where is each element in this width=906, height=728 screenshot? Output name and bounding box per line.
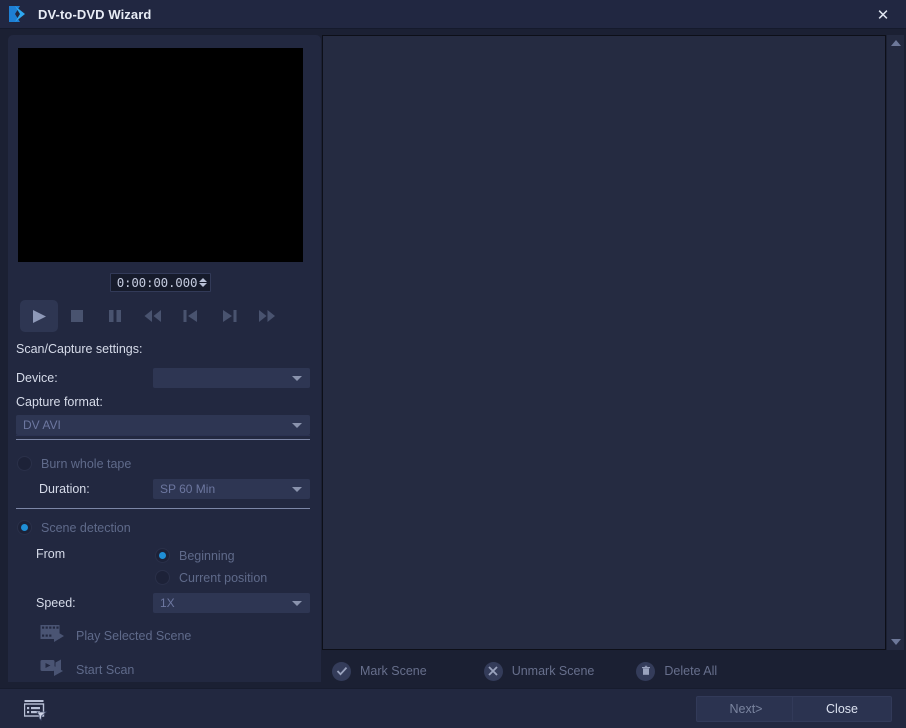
x-circle-icon — [483, 661, 503, 681]
scene-toolbar: Mark Scene Unmark Scene Delete All — [322, 655, 906, 687]
titlebar: DV-to-DVD Wizard ✕ — [0, 0, 906, 29]
from-label: From — [36, 547, 66, 561]
fast-forward-button[interactable] — [248, 300, 286, 332]
scene-detection-radio[interactable]: Scene detection — [17, 520, 131, 535]
divider-accent — [16, 439, 310, 440]
radio-indicator-selected — [17, 520, 32, 535]
scroll-down-arrow-icon[interactable] — [890, 639, 901, 645]
duration-value: SP 60 Min — [160, 482, 216, 496]
divider-mid — [16, 508, 310, 509]
mark-scene-label: Mark Scene — [360, 664, 427, 678]
duration-dropdown[interactable]: SP 60 Min — [153, 479, 310, 499]
dv-to-dvd-wizard-window: DV-to-DVD Wizard ✕ 0:00:00.000 Scan/Capt… — [0, 0, 906, 728]
start-scan-button[interactable]: Start Scan — [40, 657, 134, 682]
next-button[interactable]: Next> — [696, 696, 796, 722]
from-current-position-label: Current position — [179, 570, 268, 585]
timecode-field[interactable]: 0:00:00.000 — [109, 273, 212, 292]
burn-whole-tape-label: Burn whole tape — [41, 456, 132, 471]
spinner-down-icon[interactable] — [199, 283, 208, 287]
list-settings-cursor-icon[interactable] — [23, 699, 50, 726]
device-dropdown[interactable] — [153, 368, 310, 388]
chevron-down-icon — [292, 601, 302, 606]
play-selected-scene-label: Play Selected Scene — [76, 628, 192, 643]
speed-label: Speed: — [36, 596, 76, 610]
mark-scene-button[interactable]: Mark Scene — [332, 661, 427, 681]
radio-indicator-selected — [155, 548, 170, 563]
burn-whole-tape-radio[interactable]: Burn whole tape — [17, 456, 131, 471]
speed-value: 1X — [160, 596, 175, 610]
timecode-wrapper: 0:00:00.000 — [18, 273, 303, 292]
video-preview[interactable] — [18, 48, 303, 262]
play-arrow-logo-icon — [6, 3, 28, 25]
duration-label: Duration: — [39, 482, 90, 496]
scan-capture-settings-label: Scan/Capture settings: — [16, 342, 143, 356]
timecode-value: 0:00:00.000 — [116, 275, 198, 290]
window-title: DV-to-DVD Wizard — [38, 6, 152, 22]
start-scan-label: Start Scan — [76, 662, 135, 677]
play-button[interactable] — [20, 300, 58, 332]
stop-button[interactable] — [58, 300, 96, 332]
film-strip-play-icon — [40, 623, 66, 648]
scene-list-scrollbar[interactable] — [887, 35, 904, 650]
from-beginning-label: Beginning — [179, 548, 235, 563]
delete-all-button[interactable]: Delete All — [636, 661, 718, 681]
skip-previous-button[interactable] — [172, 300, 210, 332]
left-panel: 0:00:00.000 Scan/Capture settings: Devic… — [8, 35, 321, 682]
pause-button[interactable] — [96, 300, 134, 332]
timecode-spinner[interactable] — [199, 278, 208, 287]
divider-top — [16, 435, 310, 436]
video-camera-play-icon — [40, 657, 66, 682]
skip-next-button[interactable] — [210, 300, 248, 332]
chevron-down-icon — [292, 423, 302, 428]
scroll-up-arrow-icon[interactable] — [890, 40, 901, 46]
check-circle-icon — [332, 661, 351, 681]
from-current-position-radio[interactable]: Current position — [155, 570, 267, 585]
device-label: Device: — [16, 371, 58, 385]
capture-format-dropdown[interactable]: DV AVI — [16, 415, 310, 435]
scene-detection-label: Scene detection — [41, 520, 131, 535]
capture-format-label: Capture format: — [16, 395, 103, 409]
trash-circle-icon — [636, 661, 656, 681]
capture-format-value: DV AVI — [23, 418, 61, 432]
bottom-bar: Next> Close — [0, 688, 906, 728]
delete-all-label: Delete All — [664, 664, 718, 678]
radio-indicator — [155, 570, 170, 585]
chevron-down-icon — [292, 376, 302, 381]
spinner-up-icon[interactable] — [199, 278, 208, 282]
unmark-scene-label: Unmark Scene — [511, 664, 595, 678]
play-selected-scene-button[interactable]: Play Selected Scene — [40, 623, 191, 648]
unmark-scene-button[interactable]: Unmark Scene — [483, 661, 595, 681]
chevron-down-icon — [292, 487, 302, 492]
rewind-button[interactable] — [134, 300, 172, 332]
radio-indicator — [17, 456, 32, 471]
from-beginning-radio[interactable]: Beginning — [155, 548, 235, 563]
transport-controls — [20, 297, 310, 335]
close-icon[interactable]: ✕ — [860, 0, 906, 29]
close-button[interactable]: Close — [792, 696, 892, 722]
speed-dropdown[interactable]: 1X — [153, 593, 310, 613]
scene-list-panel[interactable] — [322, 35, 886, 650]
